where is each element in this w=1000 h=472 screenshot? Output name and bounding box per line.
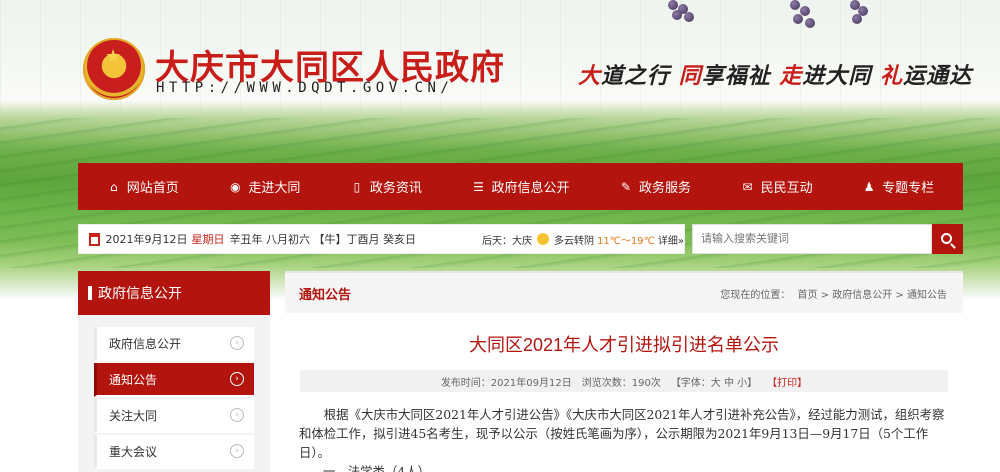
search-icon <box>941 232 952 244</box>
site-url: HTTP://WWW.DQDT.GOV.CN/ <box>156 80 454 96</box>
slogan-char: 礼 <box>880 63 904 89</box>
nav-item-news[interactable]: ▯ 政务资讯 <box>350 177 422 197</box>
nav-item-label: 民民互动 <box>760 181 813 196</box>
font-size-control[interactable]: 【字体：大 中 小】 <box>671 374 757 389</box>
nav-item-topics[interactable]: ♟ 专题专栏 <box>862 177 935 197</box>
calendar-icon <box>89 232 101 246</box>
nav-item-label: 政务服务 <box>639 181 692 196</box>
list-icon: ☰ <box>473 179 484 194</box>
sidebar-item-label: 通知公告 <box>109 372 158 387</box>
section-title: 通知公告 <box>299 287 352 303</box>
weekday: 星期日 <box>191 233 225 246</box>
slogan-text: 享福祉 <box>701 63 780 89</box>
breadcrumb: 您现在的位置： 首页 > 政府信息公开 > 通知公告 <box>718 286 949 301</box>
slogan: 大道之行 同享福祉 走进大同 礼运通达 <box>578 58 972 90</box>
nav-item-label: 走进大同 <box>248 181 301 196</box>
weather-city: 大庆 <box>511 235 532 247</box>
cloudy-sun-icon <box>536 233 549 245</box>
main-nav: ⌂ 网站首页 ◉ 走进大同 ▯ 政务资讯 ☰ 政府信息公开 ✎ 政务服务 ✉ 民… <box>78 163 963 210</box>
slogan-text: 运通达 <box>903 63 973 89</box>
chevron-right-icon: › <box>230 372 244 386</box>
lunar-date: 辛丑年 八月初六 【牛】丁酉月 癸亥日 <box>229 233 416 246</box>
weather-widget: 后天： 大庆 多云转阴 11℃～19℃ 详细» <box>482 232 684 247</box>
sidebar-heading: 政府信息公开 <box>78 271 270 315</box>
slogan-text: 进大同 <box>802 63 881 89</box>
breadcrumb-prefix: 您现在的位置： <box>720 289 791 301</box>
chat-icon: ✉ <box>742 179 753 194</box>
nav-item-label: 政府信息公开 <box>491 181 570 196</box>
sidebar-item-notices[interactable]: 通知公告 › <box>94 363 254 397</box>
nav-item-info-disclosure[interactable]: ☰ 政府信息公开 <box>471 177 570 197</box>
compass-icon: ◉ <box>230 179 241 194</box>
article-subheading: 一、法学类（4人） <box>323 464 431 472</box>
sidebar-item-label: 政府信息公开 <box>109 336 182 351</box>
nav-item-label: 政务资讯 <box>369 181 422 196</box>
nav-item-interaction[interactable]: ✉ 民民互动 <box>741 177 813 197</box>
sidebar-item-meetings[interactable]: 重大会议 › <box>94 435 254 469</box>
nav-item-home[interactable]: ⌂ 网站首页 <box>107 177 179 197</box>
article-paragraph: 根据《大庆市大同区2021年人才引进公告》《大庆市大同区2021年人才引进补充公… <box>299 407 945 460</box>
sidebar-list: 政府信息公开 › 通知公告 › 关注大同 › 重大会议 › <box>78 315 270 472</box>
nav-item-about[interactable]: ◉ 走进大同 <box>228 177 301 197</box>
chevron-right-icon: › <box>230 444 244 458</box>
sidebar-item-label: 关注大同 <box>109 408 158 423</box>
article-meta: 发布时间：2021年09月12日 浏览次数：190次 【字体：大 中 小】 【打… <box>300 370 948 392</box>
article-title: 大同区2021年人才引进拟引进名单公示 <box>468 335 780 355</box>
home-icon: ⌂ <box>109 179 118 194</box>
current-date: 2021年9月12日 <box>105 233 188 246</box>
weather-temp: 11℃～19℃ <box>596 235 655 247</box>
slogan-text: 道之行 <box>601 63 679 89</box>
breadcrumb-path[interactable]: 首页 > 政府信息公开 > 通知公告 <box>798 290 947 301</box>
nav-item-services[interactable]: ✎ 政务服务 <box>619 177 692 197</box>
search-button[interactable] <box>932 224 963 254</box>
nav-item-label: 网站首页 <box>126 181 179 196</box>
print-button[interactable]: 【打印】 <box>767 374 807 389</box>
weather-detail-link[interactable]: 详细» <box>658 232 684 247</box>
sidebar-item-info-disclosure[interactable]: 政府信息公开 › <box>94 327 254 361</box>
sidebar-item-label: 重大会议 <box>109 444 158 459</box>
publish-time: 发布时间：2021年09月12日 <box>440 377 572 389</box>
slogan-char: 大 <box>578 63 602 89</box>
chevron-right-icon: › <box>230 408 244 422</box>
info-bar: 2021年9月12日 星期日 辛丑年 八月初六 【牛】丁酉月 癸亥日 后天： 大… <box>78 224 685 254</box>
search-input[interactable] <box>692 224 932 254</box>
slogan-char: 走 <box>779 63 803 89</box>
edit-icon: ✎ <box>620 179 632 194</box>
weather-label: 后天： <box>481 235 512 247</box>
national-emblem-icon: ★ <box>83 38 145 100</box>
sidebar-item-focus[interactable]: 关注大同 › <box>94 399 254 433</box>
article-panel: 大同区2021年人才引进拟引进名单公示 发布时间：2021年09月12日 浏览次… <box>285 313 963 472</box>
sidebar-heading-label: 政府信息公开 <box>98 286 182 302</box>
weather-condition: 多云转阴 <box>553 235 594 247</box>
nav-item-label: 专题专栏 <box>882 181 935 196</box>
view-count: 浏览次数：190次 <box>581 377 661 389</box>
chevron-right-icon: › <box>230 336 244 350</box>
slogan-char: 同 <box>678 63 702 89</box>
book-icon: ▯ <box>353 179 361 194</box>
user-icon: ♟ <box>863 179 875 194</box>
bar-icon <box>88 286 92 300</box>
section-header: 通知公告 您现在的位置： 首页 > 政府信息公开 > 通知公告 <box>285 271 963 313</box>
